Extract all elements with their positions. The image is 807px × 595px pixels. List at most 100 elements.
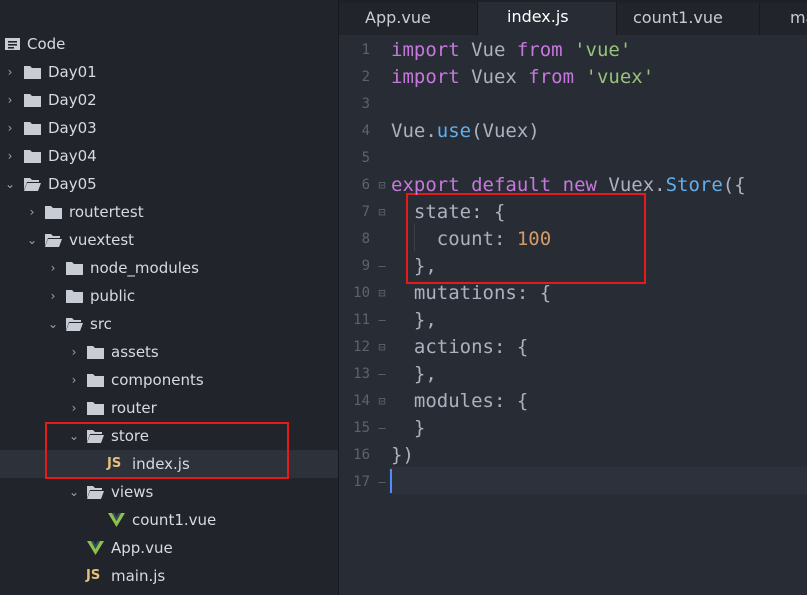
tree-item-node-modules[interactable]: › node_modules (0, 254, 338, 282)
tree-item-day04[interactable]: › Day04 (0, 142, 338, 170)
code-line[interactable]: actions: { (391, 334, 528, 361)
chevron-right-icon[interactable]: › (26, 198, 38, 226)
tree-item-day03[interactable]: › Day03 (0, 114, 338, 142)
code-line[interactable]: }, (391, 307, 437, 334)
code-token: Vuex (459, 66, 529, 88)
chevron-down-icon[interactable]: ⌄ (26, 226, 38, 254)
js-file-icon: JS (86, 568, 101, 583)
code-token: from (516, 39, 563, 61)
code-line[interactable]: modules: { (391, 388, 528, 415)
tree-item-router[interactable]: › router (0, 394, 338, 422)
tree-item-label: views (111, 483, 154, 501)
chevron-right-icon[interactable]: › (68, 366, 80, 394)
code-token: Store (665, 174, 723, 196)
tree-item-day01[interactable]: › Day01 (0, 58, 338, 86)
code-token: default (471, 174, 552, 196)
tab-main-js[interactable]: ma (760, 3, 807, 35)
chevron-right-icon[interactable]: › (4, 86, 16, 114)
tree-item-components[interactable]: › components (0, 366, 338, 394)
code-line[interactable]: } (391, 415, 425, 442)
tab-count1-vue[interactable]: count1.vue (617, 3, 760, 35)
chevron-down-icon[interactable]: ⌄ (47, 310, 59, 338)
chevron-down-icon[interactable]: ⌄ (68, 478, 80, 506)
tree-item-label: assets (111, 343, 159, 361)
line-number: 1 (361, 42, 370, 58)
folder-icon (66, 262, 83, 275)
code-line[interactable]: }, (391, 253, 437, 280)
code-editor[interactable]: 1 import Vue from 'vue' 2 import Vuex from … (339, 35, 807, 595)
tab-label: ma (790, 8, 807, 27)
line-number: 13 (353, 366, 370, 382)
code-line[interactable]: Vue.use(Vuex) (391, 118, 540, 145)
folder-icon (87, 374, 104, 387)
tree-item-label: App.vue (111, 539, 173, 557)
folder-icon (87, 402, 104, 415)
fold-toggle-icon[interactable]: ⊟ (377, 334, 387, 361)
chevron-right-icon[interactable]: › (4, 114, 16, 142)
fold-toggle-icon[interactable]: ⊟ (377, 388, 387, 415)
line-number: 14 (353, 393, 370, 409)
chevron-right-icon[interactable]: › (68, 338, 80, 366)
chevron-down-icon[interactable]: ⌄ (4, 170, 16, 198)
code-token: new (562, 174, 597, 196)
folder-icon (87, 346, 104, 359)
chevron-right-icon[interactable]: › (4, 142, 16, 170)
fold-toggle-icon[interactable]: ⊟ (377, 172, 387, 199)
code-token: import (391, 39, 460, 61)
chevron-right-icon[interactable]: › (68, 394, 80, 422)
tree-item-label: node_modules (90, 259, 199, 277)
tree-root-label: Code (27, 35, 66, 53)
fold-toggle-icon[interactable]: ⊟ (377, 280, 387, 307)
code-token: Vue. (391, 120, 437, 142)
chevron-right-icon[interactable]: › (47, 254, 59, 282)
tree-item-assets[interactable]: › assets (0, 338, 338, 366)
tree-item-day05[interactable]: ⌄ Day05 (0, 170, 338, 198)
code-token: mutations: { (391, 282, 552, 304)
folder-icon (24, 150, 41, 163)
tab-app-vue[interactable]: App.vue (339, 3, 478, 35)
code-token: }, (391, 255, 437, 277)
tree-item-public[interactable]: › public (0, 282, 338, 310)
folder-open-icon (45, 234, 62, 247)
code-line[interactable]: }, (391, 361, 437, 388)
file-tree-sidebar: Code › Day01 › Day02 › Day03 › Day04 ⌄ D… (0, 0, 338, 595)
fold-toggle-icon[interactable]: ⊟ (377, 199, 387, 226)
line-number: 5 (361, 150, 370, 166)
code-line[interactable]: state: { (391, 199, 506, 226)
line-number: 16 (353, 447, 370, 463)
code-token: 'vue' (574, 39, 632, 61)
line-number: 10 (353, 285, 370, 301)
tree-item-src[interactable]: ⌄ src (0, 310, 338, 338)
chevron-right-icon[interactable]: › (4, 58, 16, 86)
line-number: 4 (361, 123, 370, 139)
tree-item-main-js[interactable]: JS main.js (0, 562, 338, 590)
code-line[interactable]: export default new Vuex.Store({ (391, 172, 746, 199)
code-token: } (391, 417, 426, 439)
code-token: }, (391, 309, 437, 331)
tree-item-label: Day01 (48, 63, 97, 81)
code-line[interactable]: import Vuex from 'vuex' (391, 64, 654, 91)
code-token: state: { (391, 201, 506, 223)
code-line[interactable]: mutations: { (391, 280, 551, 307)
tree-item-vuextest[interactable]: ⌄ vuextest (0, 226, 338, 254)
tree-item-label: routertest (69, 203, 144, 221)
chevron-right-icon[interactable]: › (47, 282, 59, 310)
tree-item-routertest[interactable]: › routertest (0, 198, 338, 226)
code-token: use (436, 120, 472, 142)
tree-item-views[interactable]: ⌄ views (0, 478, 338, 506)
line-number: 12 (353, 339, 370, 355)
tree-root-code[interactable]: Code (0, 30, 338, 58)
code-token: (Vuex) (471, 120, 540, 142)
code-line[interactable]: count: 100 (391, 226, 551, 253)
code-token: Vue (459, 39, 517, 61)
code-line[interactable]: import Vue from 'vue' (391, 37, 631, 64)
tree-item-count1-vue[interactable]: count1.vue (0, 506, 338, 534)
tab-index-js[interactable]: index.js (478, 2, 617, 35)
line-number: 9 (361, 258, 370, 274)
code-line[interactable]: }) (391, 442, 414, 469)
tab-label: count1.vue (633, 8, 723, 27)
tree-item-day02[interactable]: › Day02 (0, 86, 338, 114)
tree-item-app-vue[interactable]: App.vue (0, 534, 338, 562)
